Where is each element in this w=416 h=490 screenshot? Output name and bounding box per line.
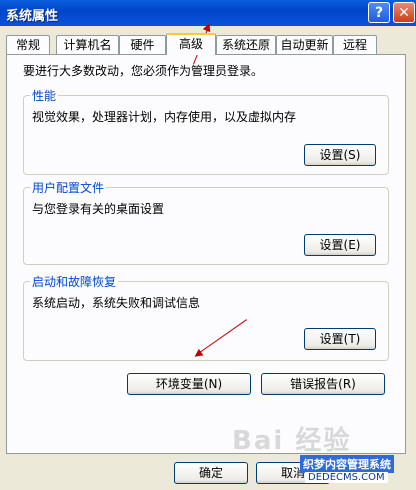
performance-settings-button[interactable]: 设置(S) <box>304 144 376 166</box>
user-profiles-desc: 与您登录有关的桌面设置 <box>32 202 165 216</box>
site-url-watermark: DEDECMS.COM <box>305 472 388 483</box>
baidu-watermark: Bai 经验 <box>232 426 352 456</box>
performance-desc: 视觉效果，处理器计划，内存使用，以及虚拟内存 <box>32 110 297 124</box>
tab-system-restore[interactable]: 系统还原 <box>216 35 276 54</box>
window-title: 系统属性 <box>6 9 59 24</box>
site-watermark: 织梦内容管理系统 <box>300 455 394 473</box>
advanced-panel: 要进行大多数改动，您必须作为管理员登录。 性能 视觉效果，处理器计划，内存使用，… <box>6 54 406 454</box>
tab-computer-name[interactable]: 计算机名 <box>56 35 119 54</box>
environment-variables-button[interactable]: 环境变量(N) <box>127 373 251 395</box>
tab-remote[interactable]: 远程 <box>333 35 377 54</box>
startup-recovery-settings-button[interactable]: 设置(T) <box>304 328 376 350</box>
performance-title: 性能 <box>30 87 59 104</box>
startup-recovery-group: 启动和故障恢复 系统启动，系统失败和调试信息 设置(T) <box>23 273 389 361</box>
tab-hardware[interactable]: 硬件 <box>119 35 166 54</box>
tab-advanced[interactable]: 高级 <box>166 33 216 55</box>
user-profiles-settings-button[interactable]: 设置(E) <box>304 234 376 256</box>
user-profiles-title: 用户配置文件 <box>30 179 107 196</box>
user-profiles-group: 用户配置文件 与您登录有关的桌面设置 设置(E) <box>23 179 389 265</box>
help-button[interactable]: ? <box>368 2 390 23</box>
error-reporting-button[interactable]: 错误报告(R) <box>261 373 385 395</box>
startup-recovery-title: 启动和故障恢复 <box>30 273 119 290</box>
tab-auto-update[interactable]: 自动更新 <box>276 35 333 54</box>
admin-note: 要进行大多数改动，您必须作为管理员登录。 <box>23 64 264 78</box>
ok-button[interactable]: 确定 <box>174 462 248 484</box>
tab-general[interactable]: 常规 <box>6 35 50 54</box>
close-button[interactable]: ✕ <box>393 2 415 23</box>
startup-recovery-desc: 系统启动，系统失败和调试信息 <box>32 296 201 310</box>
performance-group: 性能 视觉效果，处理器计划，内存使用，以及虚拟内存 设置(S) <box>23 87 389 175</box>
